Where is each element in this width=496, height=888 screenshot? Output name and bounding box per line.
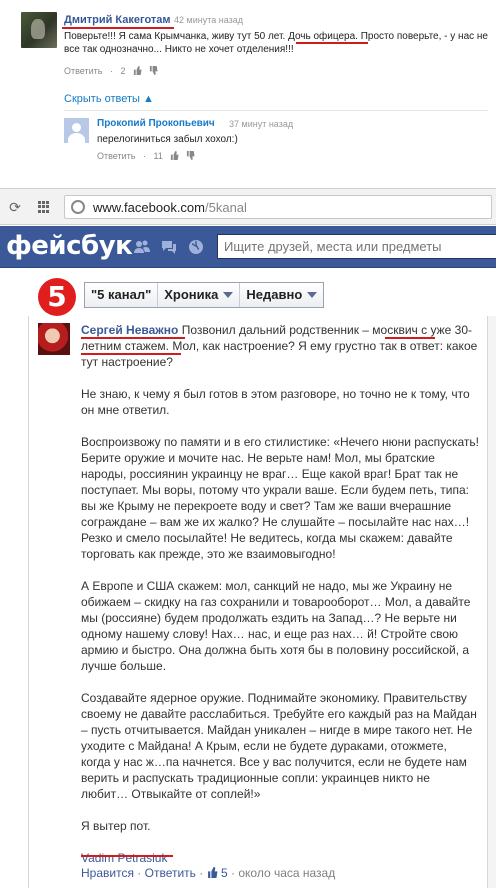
avatar[interactable] bbox=[21, 12, 57, 48]
like-count[interactable]: 5 bbox=[221, 866, 228, 880]
comment-text: перелогиниться забыл хохол:) bbox=[97, 134, 238, 145]
show-replies-toggle[interactable]: Скрыть ответы ▲ bbox=[64, 93, 154, 105]
like-count: 11 bbox=[153, 151, 163, 161]
thumbs-up-icon[interactable] bbox=[133, 66, 142, 75]
like-link[interactable]: Нравится bbox=[81, 866, 134, 880]
comment-text: Поверьте!!! Я сама Крымчанка, живу тут 5… bbox=[64, 31, 488, 55]
thumbs-down-icon[interactable] bbox=[186, 151, 195, 160]
friends-icon[interactable] bbox=[133, 238, 151, 256]
avatar[interactable] bbox=[64, 118, 89, 143]
post-signature: Vadim Petrasiuk bbox=[81, 850, 479, 866]
chevron-down-icon bbox=[223, 292, 234, 298]
post-paragraph: Не знаю, к чему я был готов в этом разго… bbox=[81, 387, 470, 417]
divider bbox=[64, 110, 488, 111]
post-author[interactable]: Сергей Неважно bbox=[81, 323, 178, 337]
address-bar[interactable]: www.facebook.com/5kanal bbox=[64, 195, 492, 219]
comment-author[interactable]: Прокопий Прокопьевич bbox=[97, 118, 215, 129]
scrollbar[interactable] bbox=[488, 316, 496, 888]
apps-grid-icon[interactable] bbox=[38, 201, 50, 213]
reply-link[interactable]: Ответить bbox=[145, 866, 196, 880]
comments-panel: Дмитрий Какеготам 42 минута назад Поверь… bbox=[0, 0, 496, 182]
browser-toolbar: ⟳ www.facebook.com/5kanal bbox=[0, 188, 496, 225]
globe-icon[interactable] bbox=[187, 238, 205, 256]
post-actions: Нравится · Ответить · 5 · около часа наз… bbox=[81, 866, 336, 880]
post-paragraph: Сергей Неважно Позвонил дальний родствен… bbox=[81, 323, 478, 369]
reply-link[interactable]: Ответить bbox=[64, 66, 102, 76]
highlight-underline bbox=[62, 27, 174, 29]
comment-actions: Ответить · 2 bbox=[64, 66, 158, 76]
post-paragraph: Я вытер пот. bbox=[81, 819, 151, 833]
page-name-button[interactable]: "5 канал" bbox=[85, 283, 159, 307]
like-count: 2 bbox=[120, 66, 126, 76]
channel-logo[interactable]: 5 bbox=[38, 278, 76, 316]
facebook-logo[interactable]: фейсбук bbox=[6, 231, 133, 261]
page-navigation: "5 канал" Хроника Недавно bbox=[84, 282, 325, 308]
messages-icon[interactable] bbox=[160, 238, 178, 256]
facebook-header: фейсбук bbox=[0, 226, 496, 268]
post: Сергей Неважно Позвонил дальний родствен… bbox=[28, 316, 488, 888]
comment-time[interactable]: 37 минут назад bbox=[229, 119, 293, 129]
highlight-underline bbox=[296, 42, 368, 44]
comment-actions: Ответить · 11 bbox=[97, 151, 195, 161]
globe-icon bbox=[71, 200, 85, 214]
highlight-underline bbox=[81, 337, 185, 339]
post-paragraph: Воспроизвожу по памяти и в его стилистик… bbox=[81, 435, 480, 561]
thumbs-up-icon[interactable] bbox=[170, 151, 179, 160]
post-body: Сергей Неважно Позвонил дальний родствен… bbox=[81, 322, 479, 882]
comment-author[interactable]: Дмитрий Какеготам bbox=[64, 14, 171, 26]
highlight-underline bbox=[81, 353, 181, 355]
comment-time[interactable]: 42 минута назад bbox=[174, 15, 243, 25]
search-input-wrapper bbox=[217, 234, 496, 259]
timeline-dropdown[interactable]: Хроника bbox=[158, 283, 241, 307]
reply-link[interactable]: Ответить bbox=[97, 151, 135, 161]
reload-icon[interactable]: ⟳ bbox=[6, 198, 24, 216]
recent-dropdown[interactable]: Недавно bbox=[240, 283, 323, 307]
thumbs-down-icon[interactable] bbox=[149, 66, 158, 75]
search-input[interactable] bbox=[218, 235, 496, 258]
highlight-underline bbox=[81, 855, 173, 857]
avatar[interactable] bbox=[38, 323, 70, 355]
post-paragraph: А Европе и США скажем: мол, санкций не н… bbox=[81, 579, 471, 673]
highlight-underline bbox=[385, 337, 435, 339]
chevron-down-icon bbox=[307, 292, 318, 298]
signature-link[interactable]: Vadim Petrasiuk bbox=[81, 851, 167, 865]
post-timestamp[interactable]: около часа назад bbox=[238, 866, 335, 880]
url-text[interactable]: www.facebook.com/5kanal bbox=[93, 200, 247, 215]
thumbs-up-icon[interactable] bbox=[207, 867, 218, 878]
post-paragraph: Создавайте ядерное оружие. Поднимайте эк… bbox=[81, 691, 477, 801]
